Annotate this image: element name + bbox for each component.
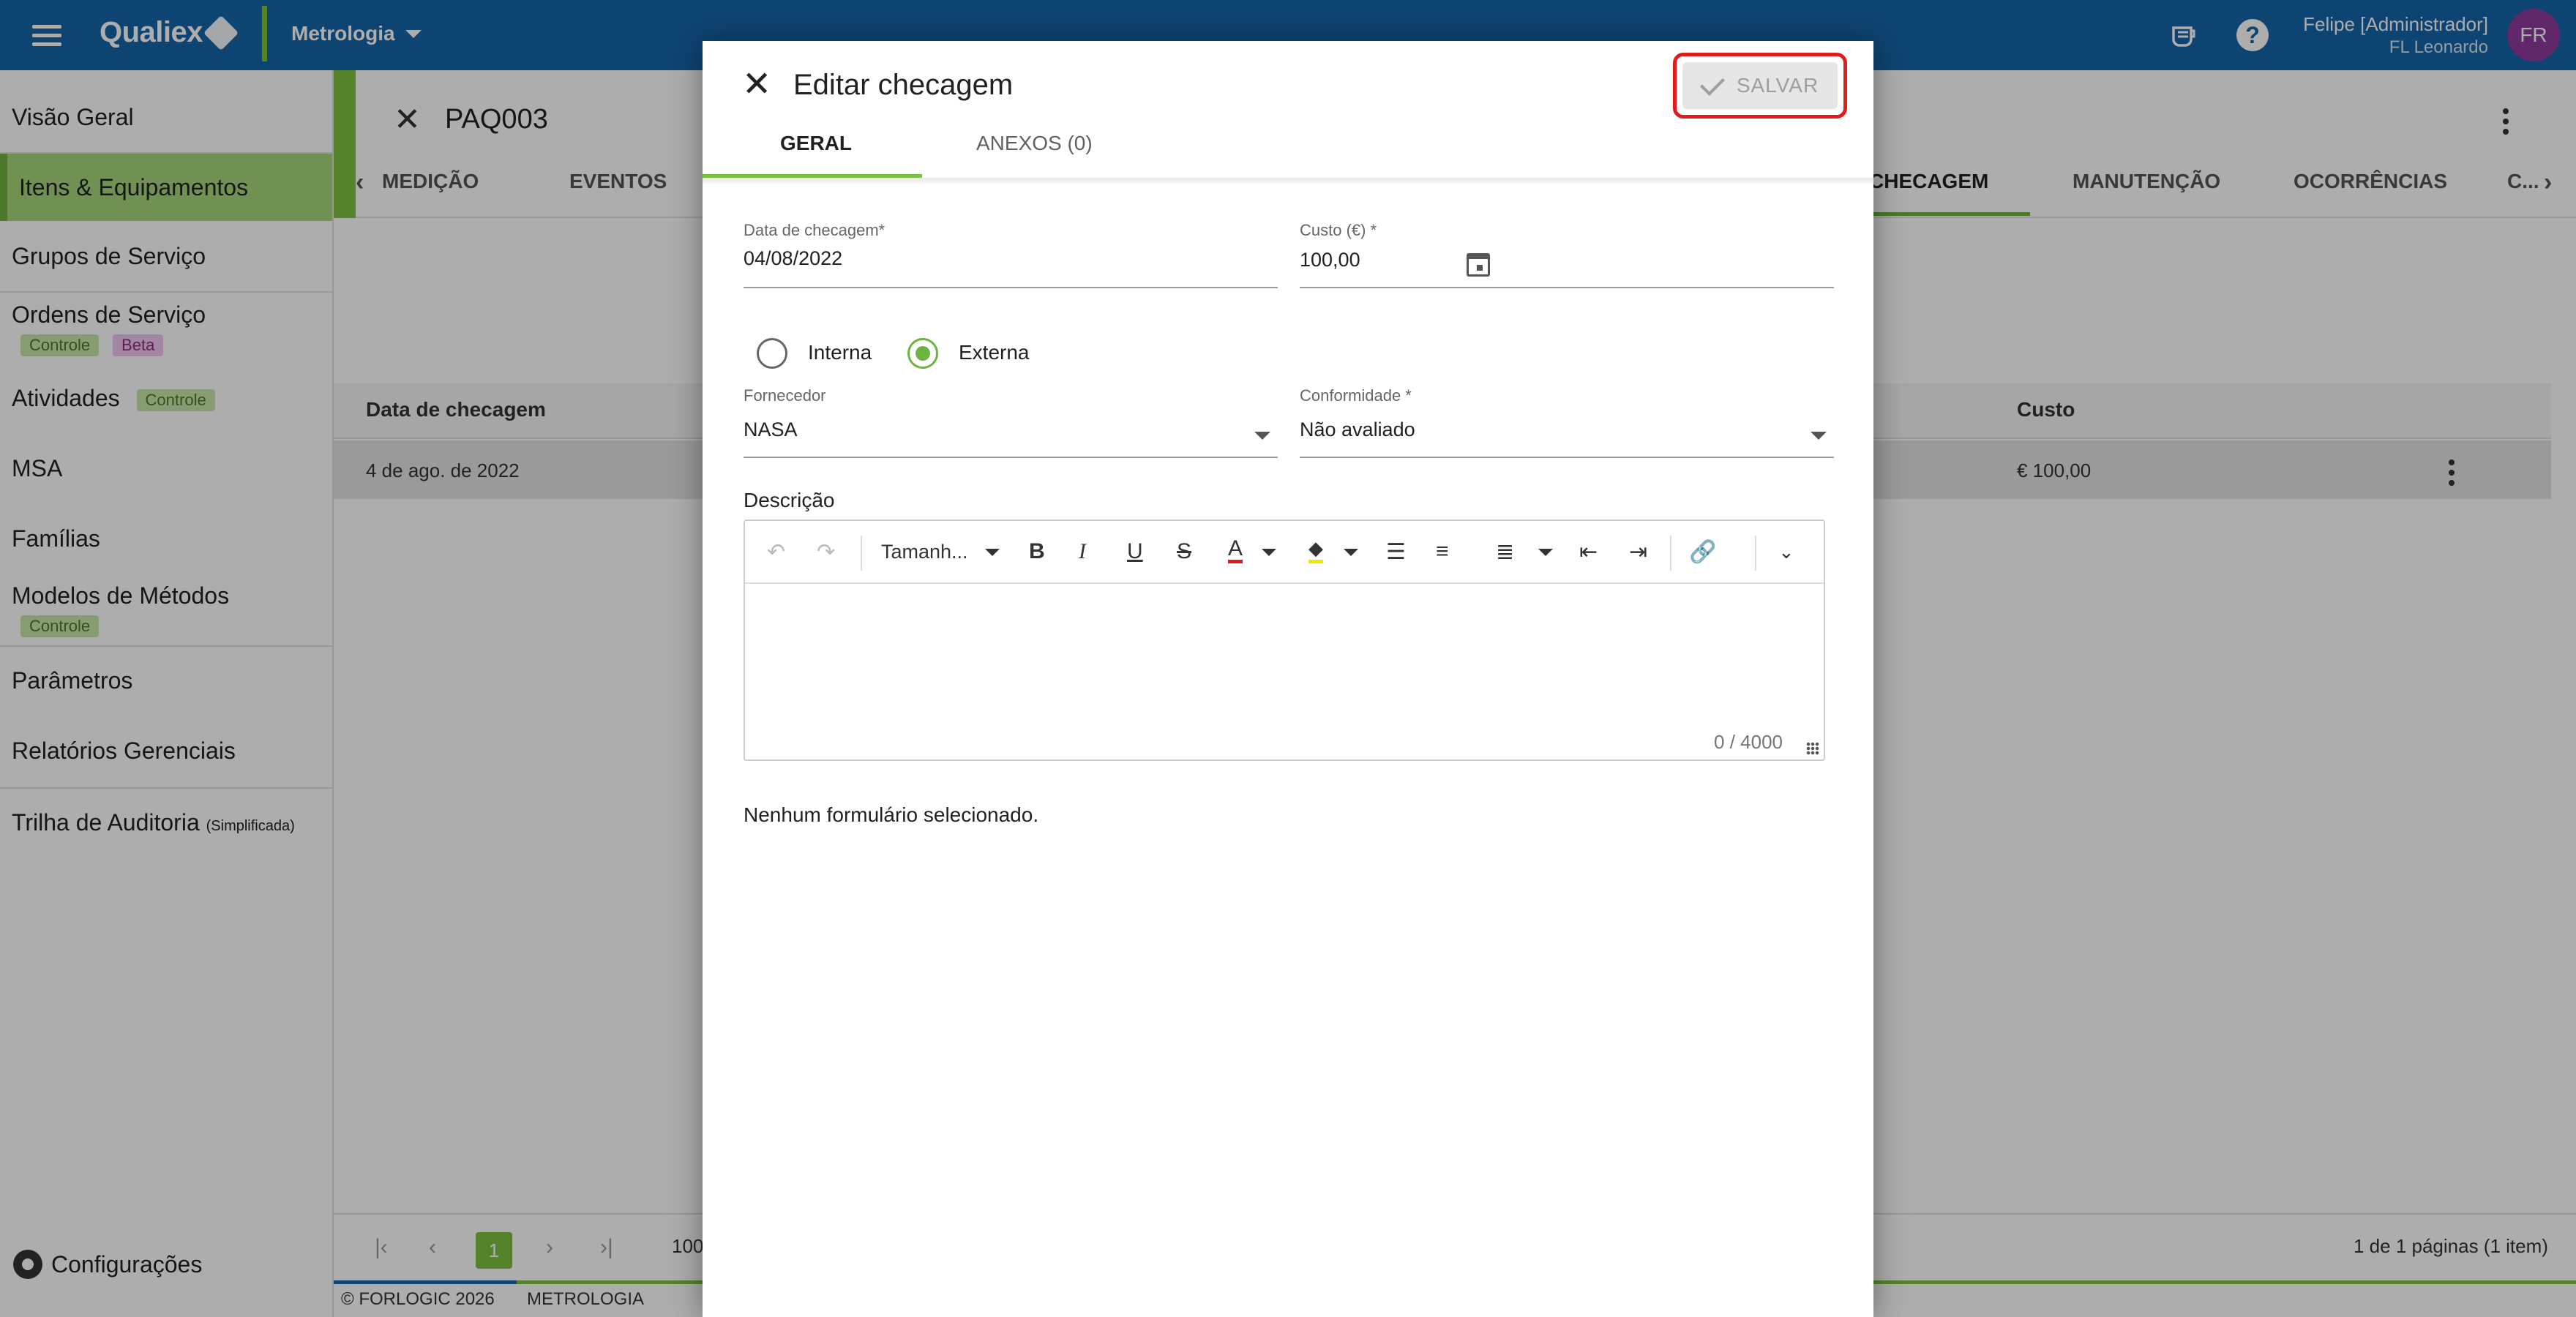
date-field-label: Data de checagem*	[744, 221, 886, 239]
outdent-icon[interactable]: ⇤	[1579, 537, 1598, 566]
align-left-icon[interactable]: ≣	[1496, 537, 1514, 566]
save-label: SALVAR	[1736, 74, 1819, 97]
date-field[interactable]: 04/08/2022	[744, 247, 842, 270]
text-color-icon[interactable]: A	[1228, 536, 1243, 563]
chevron-down-icon[interactable]	[1262, 549, 1276, 556]
tab-anexos[interactable]: ANEXOS (0)	[976, 132, 1093, 155]
font-size-select[interactable]: Tamanh...	[881, 537, 968, 566]
date-field-underline	[744, 287, 1278, 288]
underline-icon[interactable]: U	[1127, 537, 1143, 566]
dialog-title: Editar checagem	[793, 69, 1014, 101]
edit-check-dialog: ✕ Editar checagem SALVAR GERAL ANEXOS (0…	[703, 41, 1873, 1317]
cost-field-underline	[1300, 287, 1834, 288]
no-form-message: Nenhum formulário selecionado.	[744, 803, 1039, 826]
toolbar-separator	[1670, 536, 1671, 571]
bullet-list-icon[interactable]: ☰	[1386, 537, 1406, 566]
close-icon[interactable]: ✕	[742, 67, 771, 102]
chevron-down-icon[interactable]	[1811, 432, 1827, 440]
redo-icon[interactable]: ↷	[817, 537, 835, 566]
supplier-underline	[744, 457, 1278, 458]
save-highlight: SALVAR	[1673, 53, 1847, 119]
tab-geral[interactable]: GERAL	[780, 132, 852, 155]
highlight-color-icon[interactable]: ◆	[1308, 537, 1323, 563]
undo-icon[interactable]: ↶	[767, 537, 785, 566]
check-icon	[1699, 71, 1725, 96]
cost-field[interactable]: 100,00	[1300, 249, 1360, 271]
conformity-underline	[1300, 457, 1834, 458]
chevron-down-icon[interactable]	[985, 549, 1000, 556]
toolbar-separator	[1755, 536, 1756, 571]
conformity-select[interactable]: Não avaliado	[1300, 419, 1415, 441]
cost-field-label: Custo (€) *	[1300, 221, 1377, 239]
radio-externa-label[interactable]: Externa	[959, 341, 1030, 364]
character-counter: 0 / 4000	[1714, 731, 1783, 753]
chevron-down-icon[interactable]	[1254, 432, 1270, 440]
radio-interna[interactable]	[757, 338, 787, 369]
description-label: Descrição	[744, 489, 835, 511]
strikethrough-icon[interactable]: S	[1177, 537, 1191, 566]
indent-icon[interactable]: ⇥	[1629, 537, 1647, 566]
radio-externa[interactable]	[907, 338, 938, 369]
chevron-down-icon[interactable]: ⌄	[1778, 537, 1794, 566]
radio-interna-label[interactable]: Interna	[808, 341, 872, 364]
toolbar-separator	[861, 536, 862, 571]
italic-icon[interactable]: I	[1079, 537, 1086, 566]
editor-toolbar: ↶ ↷ Tamanh... B I U S A ◆ ☰ ≡ ≣ ⇤ ⇥ 🔗 ⌄	[745, 521, 1824, 584]
chevron-down-icon[interactable]	[1538, 549, 1553, 556]
link-icon[interactable]: 🔗	[1689, 537, 1716, 566]
supplier-select[interactable]: NASA	[744, 419, 798, 441]
chevron-down-icon[interactable]	[1344, 549, 1358, 556]
rich-text-editor[interactable]: ↶ ↷ Tamanh... B I U S A ◆ ☰ ≡ ≣ ⇤ ⇥ 🔗 ⌄ …	[744, 519, 1825, 761]
conformity-field-label: Conformidade *	[1300, 386, 1412, 405]
bold-icon[interactable]: B	[1029, 537, 1045, 566]
tab-shadow	[703, 178, 1873, 185]
calendar-icon[interactable]	[1467, 253, 1490, 277]
supplier-field-label: Fornecedor	[744, 386, 826, 405]
numbered-list-icon[interactable]: ≡	[1436, 537, 1449, 566]
resize-handle-icon[interactable]	[1806, 742, 1819, 755]
save-button[interactable]: SALVAR	[1682, 62, 1838, 109]
